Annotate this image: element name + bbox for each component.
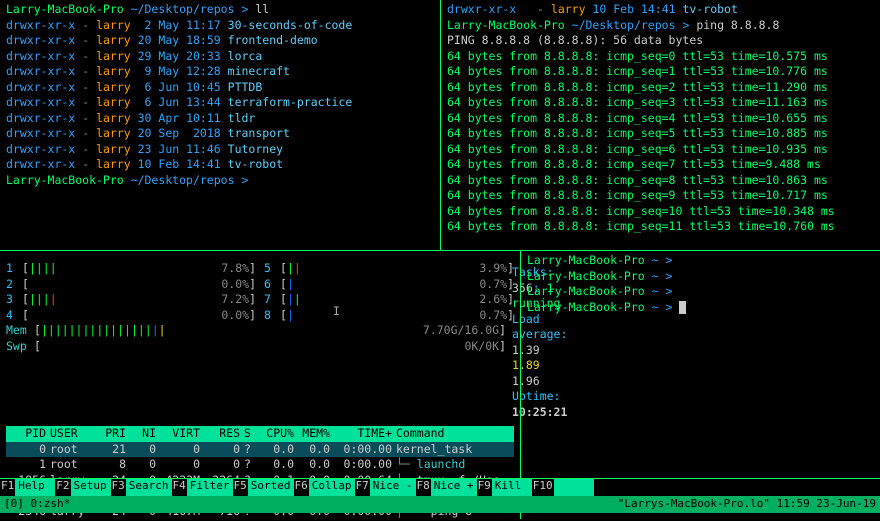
cpu-bar-4: 4 [0.0%] (6, 308, 256, 324)
ls-entry: drwxr-xr-x - larry 6 Jun 13:44 terraform… (6, 95, 434, 111)
tmux-screen: Larry-MacBook-Pro ~/Desktop/repos > lldr… (0, 0, 880, 521)
ls-entry: drwxr-xr-x - larry 20 Sep 2018 transport (6, 126, 434, 142)
fkey-F2[interactable]: F2Setup (55, 479, 110, 496)
ping-line: 64 bytes from 8.8.8.8: icmp_seq=11 ttl=5… (447, 219, 874, 235)
ping-line: 64 bytes from 8.8.8.8: icmp_seq=4 ttl=53… (447, 111, 874, 127)
fkey-F6[interactable]: F6Collap (294, 479, 355, 496)
ls-entry: drwxr-xr-x - larry 2 May 11:17 30-second… (6, 18, 434, 34)
cursor-block-icon (679, 301, 686, 314)
middle-row: 1 [||||7.8%] 5 [||3.9%] 2 [0.0%] 6 [|0.7%] 3… (0, 250, 880, 478)
fkey-F5[interactable]: F5Sorted (233, 479, 294, 496)
shell-prompt: Larry-MacBook-Pro ~ > (527, 269, 874, 285)
ls-entry: drwxr-xr-x - larry 20 May 18:59 frontend… (6, 33, 434, 49)
pane-ll[interactable]: Larry-MacBook-Pro ~/Desktop/repos > lldr… (0, 0, 440, 250)
ls-entry: drwxr-xr-x - larry 29 May 20:33 lorca (6, 49, 434, 65)
mem-bar: Mem[||||||||||||||||||7.70G/16.0G] (6, 323, 506, 339)
cpu-bar-8: 8 [|0.7%] (264, 308, 514, 324)
ping-line: 64 bytes from 8.8.8.8: icmp_seq=10 ttl=5… (447, 204, 874, 220)
shell-prompt: Larry-MacBook-Pro ~ > (527, 253, 874, 269)
tmux-status-left: [0] 0:zsh* (4, 497, 70, 512)
cpu-bar-2: 2 [0.0%] (6, 277, 256, 293)
cpu-bar-3: 3 [||||7.2%] (6, 292, 256, 308)
shell-prompt: Larry-MacBook-Pro ~ > (527, 300, 874, 316)
fkey-F1[interactable]: F1Help (0, 479, 55, 496)
fkey-F9[interactable]: F9Kill (477, 479, 532, 496)
fkey-F10[interactable]: F10 (532, 479, 594, 496)
top-row: Larry-MacBook-Pro ~/Desktop/repos > lldr… (0, 0, 880, 250)
ping-line: 64 bytes from 8.8.8.8: icmp_seq=5 ttl=53… (447, 126, 874, 142)
ping-line: 64 bytes from 8.8.8.8: icmp_seq=8 ttl=53… (447, 173, 874, 189)
ping-line: 64 bytes from 8.8.8.8: icmp_seq=3 ttl=53… (447, 95, 874, 111)
ping-line: 64 bytes from 8.8.8.8: icmp_seq=9 ttl=53… (447, 188, 874, 204)
fkey-F7[interactable]: F7Nice - (355, 479, 416, 496)
swap-bar: Swp[0K/0K] (6, 339, 506, 355)
cpu-bar-6: 6 [|0.7%] (264, 277, 514, 293)
process-row[interactable]: 1root8000?0.00.00:00.00└─ launchd (6, 457, 514, 473)
ls-entry: drwxr-xr-x - larry 6 Jun 10:45 PTTDB (6, 80, 434, 96)
cpu-bar-7: 7 [||2.6%] (264, 292, 514, 308)
ls-entry: drwxr-xr-x - larry 10 Feb 14:41 tv-robot (6, 157, 434, 173)
cpu-bar-5: 5 [||3.9%] (264, 261, 514, 277)
htop-fkeys: F1HelpF2SetupF3SearchF4FilterF5SortedF6C… (0, 478, 880, 496)
shell-prompt: Larry-MacBook-Pro ~ > (527, 284, 874, 300)
process-row[interactable]: 0root21000?0.00.00:00.00kernel_task (6, 442, 514, 458)
cpu-bar-1: 1 [||||7.8%] (6, 261, 256, 277)
ls-entry: drwxr-xr-x - larry 9 May 12:28 minecraft (6, 64, 434, 80)
fkey-F3[interactable]: F3Search (111, 479, 172, 496)
ls-entry: drwxr-xr-x - larry 30 Apr 10:11 tldr (6, 111, 434, 127)
ls-entry: drwxr-xr-x - larry 23 Jun 11:46 Tutorney (6, 142, 434, 158)
tmux-status-bar[interactable]: [0] 0:zsh* "Larrys-MacBook-Pro.lo" 11:59… (0, 496, 880, 513)
ping-line: 64 bytes from 8.8.8.8: icmp_seq=6 ttl=53… (447, 142, 874, 158)
ping-line: 64 bytes from 8.8.8.8: icmp_seq=0 ttl=53… (447, 49, 874, 65)
ping-line: 64 bytes from 8.8.8.8: icmp_seq=1 ttl=53… (447, 64, 874, 80)
ping-line: 64 bytes from 8.8.8.8: icmp_seq=7 ttl=53… (447, 157, 874, 173)
process-table-header[interactable]: PIDUSERPRINIVIRTRESSCPU%MEM%TIME+Command (6, 426, 514, 442)
ping-line: 64 bytes from 8.8.8.8: icmp_seq=2 ttl=53… (447, 80, 874, 96)
fkey-F8[interactable]: F8Nice + (416, 479, 477, 496)
tmux-status-right: "Larrys-MacBook-Pro.lo" 11:59 23-Jun-19 (618, 497, 876, 512)
fkey-F4[interactable]: F4Filter (172, 479, 233, 496)
pane-ping[interactable]: drwxr-xr-x - larry 10 Feb 14:41 tv-robot… (440, 0, 880, 250)
